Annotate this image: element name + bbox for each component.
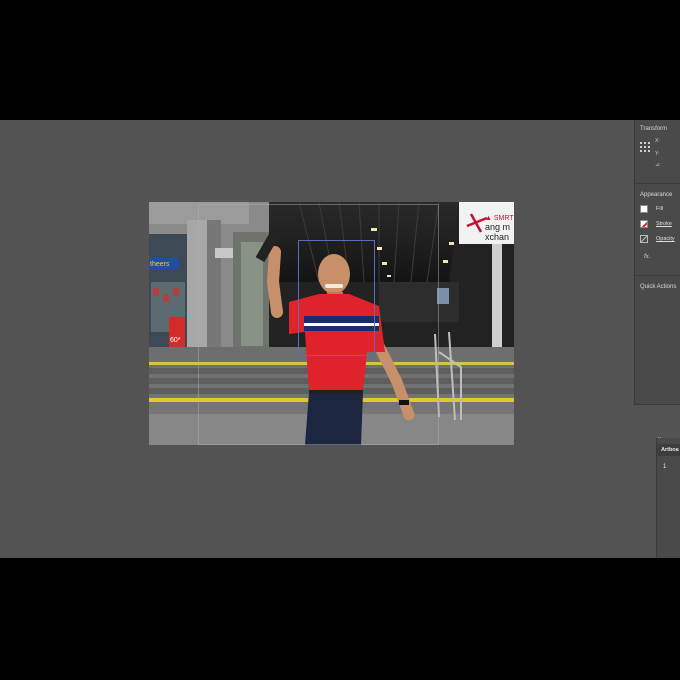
- svg-text:ang m: ang m: [485, 222, 510, 232]
- promo-text: 60*: [170, 337, 181, 344]
- properties-panel: Transform X: Y: ⊿: Appearance Fill Strok…: [634, 120, 680, 405]
- stroke-label[interactable]: Stroke: [656, 221, 672, 227]
- svg-text:xchan: xchan: [485, 232, 509, 242]
- photo-illustration: 60* theers ▲ SMRT ang m xchan: [149, 202, 514, 445]
- fill-label: Fill: [656, 206, 664, 212]
- illustrator-workspace[interactable]: 60* theers ▲ SMRT ang m xchan Transform …: [0, 120, 680, 558]
- fill-swatch-icon[interactable]: [640, 205, 648, 213]
- store-sign-text: theers: [150, 261, 170, 268]
- transform-title: Transform: [640, 126, 668, 132]
- reference-point-grid-icon[interactable]: [640, 142, 650, 152]
- y-coordinate-label[interactable]: Y:: [655, 151, 659, 157]
- fx-button[interactable]: fx.: [644, 254, 650, 260]
- stroke-none-icon[interactable]: [640, 220, 648, 228]
- angle-label[interactable]: ⊿:: [655, 162, 661, 168]
- opacity-icon: [640, 235, 648, 243]
- artboard-list-item[interactable]: 1: [663, 464, 666, 470]
- artboards-panel: Artboa 1: [656, 438, 680, 558]
- appearance-title: Appearance: [640, 192, 673, 198]
- opacity-label[interactable]: Opacity: [656, 236, 675, 242]
- x-coordinate-label[interactable]: X:: [655, 138, 660, 144]
- placed-photo[interactable]: 60* theers ▲ SMRT ang m xchan: [149, 202, 514, 445]
- quick-actions-title: Quick Actions: [640, 284, 677, 290]
- svg-text:▲ SMRT: ▲ SMRT: [485, 215, 514, 222]
- panel-divider: [635, 183, 680, 184]
- panel-divider: [635, 275, 680, 276]
- tab-artboards[interactable]: Artboa: [657, 444, 680, 456]
